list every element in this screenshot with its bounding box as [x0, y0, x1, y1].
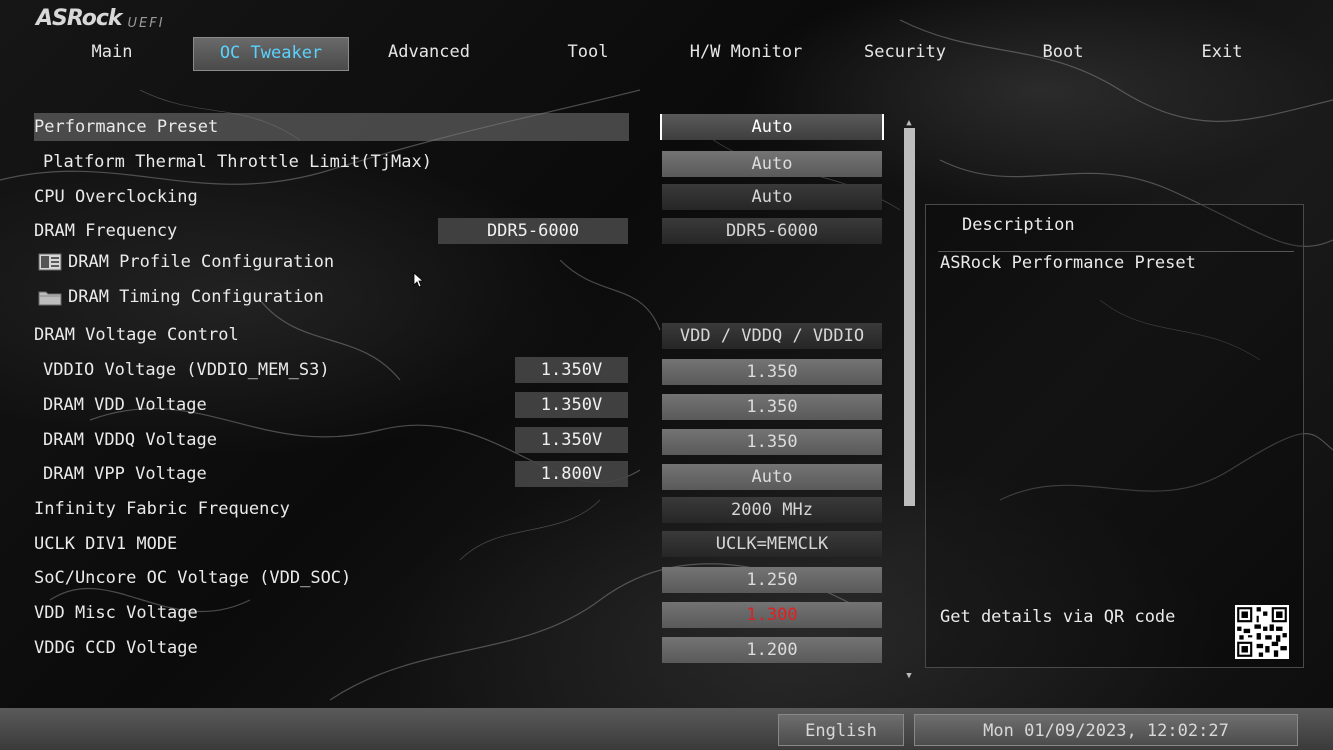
soc-voltage-input[interactable]: 1.250 — [662, 567, 882, 593]
dram-vddq-input[interactable]: 1.350 — [662, 429, 882, 455]
brand-name: ASRock — [36, 6, 123, 31]
setting-label: DRAM Frequency — [34, 221, 178, 241]
profile-icon — [38, 253, 62, 271]
setting-label: CPU Overclocking — [34, 187, 198, 207]
setting-label: Platform Thermal Throttle Limit(TjMax) — [43, 152, 432, 172]
description-text: ASRock Performance Preset — [940, 253, 1196, 273]
dram-vddq-current: 1.350V — [515, 427, 628, 453]
description-title: Description — [962, 215, 1075, 235]
qr-caption: Get details via QR code — [940, 607, 1176, 627]
setting-label: DRAM VPP Voltage — [43, 464, 207, 484]
language-button[interactable]: English — [778, 714, 904, 746]
datetime-display: Mon 01/09/2023, 12:02:27 — [914, 714, 1298, 746]
description-panel: Description ASRock Performance Preset Ge… — [925, 204, 1304, 668]
setting-label: Infinity Fabric Frequency — [34, 499, 290, 519]
setting-label: Performance Preset — [34, 117, 219, 137]
settings-scrollbar[interactable]: ▲ ▼ — [901, 118, 917, 684]
setting-label: SoC/Uncore OC Voltage (VDD_SOC) — [34, 568, 352, 588]
tab-oc-tweaker[interactable]: OC Tweaker — [193, 37, 349, 71]
setting-label: DRAM VDD Voltage — [43, 395, 207, 415]
setting-row-performance-preset[interactable]: Performance Preset — [34, 113, 629, 141]
dram-frequency-select[interactable]: DDR5-6000 — [662, 218, 882, 244]
setting-label: VDDG CCD Voltage — [34, 638, 198, 658]
vddio-voltage-input[interactable]: 1.350 — [662, 359, 882, 385]
tab-hw-monitor[interactable]: H/W Monitor — [668, 37, 824, 71]
infinity-fabric-select[interactable]: 2000 MHz — [662, 497, 882, 523]
setting-label: DRAM VDDQ Voltage — [43, 430, 217, 450]
cpu-overclocking-select[interactable]: Auto — [662, 184, 882, 210]
folder-icon — [38, 291, 62, 306]
scroll-down-icon[interactable]: ▼ — [903, 671, 915, 681]
scrollbar-thumb[interactable] — [904, 128, 915, 506]
dram-vdd-input[interactable]: 1.350 — [662, 394, 882, 420]
description-divider — [938, 251, 1294, 252]
vddg-ccd-input[interactable]: 1.200 — [662, 637, 882, 663]
setting-label: DRAM Profile Configuration — [68, 252, 335, 272]
brand-sub: UEFI — [127, 16, 165, 31]
dram-frequency-current: DDR5-6000 — [438, 218, 628, 244]
tab-security[interactable]: Security — [827, 37, 983, 71]
tab-tool[interactable]: Tool — [510, 37, 666, 71]
setting-label: DRAM Voltage Control — [34, 325, 239, 345]
tab-boot[interactable]: Boot — [985, 37, 1141, 71]
tab-bar: Main OC Tweaker Advanced Tool H/W Monito… — [0, 37, 1333, 71]
tab-advanced[interactable]: Advanced — [351, 37, 507, 71]
mouse-cursor-icon — [413, 272, 423, 288]
dram-vpp-current: 1.800V — [515, 461, 628, 487]
scroll-up-icon[interactable]: ▲ — [903, 118, 915, 128]
setting-label: UCLK DIV1 MODE — [34, 534, 178, 554]
tab-exit[interactable]: Exit — [1144, 37, 1300, 71]
setting-label: DRAM Timing Configuration — [68, 287, 324, 307]
tab-main[interactable]: Main — [34, 37, 190, 71]
vddio-voltage-current: 1.350V — [515, 357, 628, 383]
qr-code-icon[interactable] — [1235, 605, 1289, 659]
uclk-div1-select[interactable]: UCLK=MEMCLK — [662, 531, 882, 557]
dram-voltage-control-select[interactable]: VDD / VDDQ / VDDIO — [662, 323, 882, 349]
performance-preset-select[interactable]: Auto — [660, 114, 884, 140]
dram-vdd-current: 1.350V — [515, 392, 628, 418]
vdd-misc-input[interactable]: 1.300 — [662, 602, 882, 628]
asrock-logo: ASRock UEFI — [36, 6, 165, 31]
thermal-throttle-select[interactable]: Auto — [662, 151, 882, 177]
dram-vpp-input[interactable]: Auto — [662, 464, 882, 490]
setting-label: VDDIO Voltage (VDDIO_MEM_S3) — [43, 360, 330, 380]
setting-label: VDD Misc Voltage — [34, 603, 198, 623]
